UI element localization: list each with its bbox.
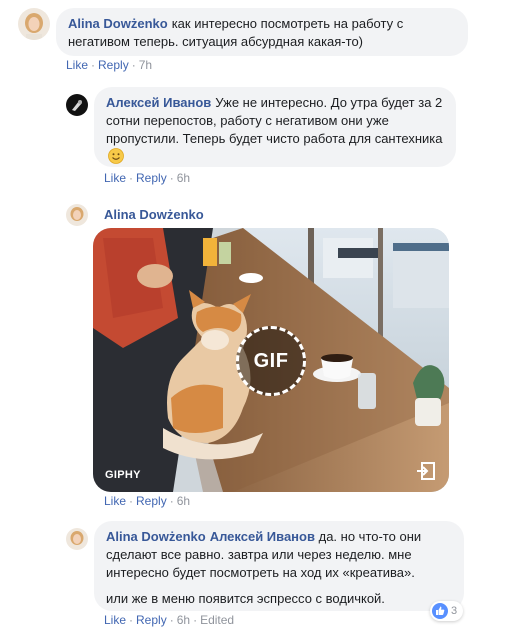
like-link[interactable]: Like [104, 613, 126, 627]
avatar[interactable] [66, 94, 88, 116]
avatar[interactable] [66, 204, 88, 226]
avatar[interactable] [18, 8, 50, 40]
open-external-icon[interactable] [415, 460, 437, 482]
reply-link[interactable]: Reply [136, 613, 167, 627]
giphy-label: GIPHY [105, 469, 141, 481]
timestamp[interactable]: 7h [139, 58, 152, 72]
reply-link[interactable]: Reply [98, 58, 129, 72]
comment-author[interactable]: Alina Dowżenko [68, 16, 168, 31]
gif-attachment[interactable]: GIF GIPHY [93, 228, 449, 492]
comment-actions: Like · Reply · 6h [104, 494, 191, 508]
gif-badge-label: GIF [253, 349, 289, 372]
comment-author[interactable]: Алексей Иванов [106, 95, 211, 110]
like-link[interactable]: Like [66, 58, 88, 72]
like-icon [432, 603, 448, 619]
comment-bubble: Алексей Иванов Уже не интересно. До утра … [94, 87, 456, 167]
reply-link[interactable]: Reply [136, 494, 167, 508]
like-link[interactable]: Like [104, 494, 126, 508]
comment-actions: Like · Reply · 6h [104, 171, 191, 185]
comment-author[interactable]: Alina Dowżenko [106, 529, 206, 544]
reaction-summary[interactable]: 3 [430, 601, 464, 621]
comment-bubble: Alina Dowżenko Алексей Иванов да. но что-… [94, 521, 464, 611]
comment-text-paragraph: или же в меню появится эспрессо с водичк… [106, 591, 385, 606]
timestamp[interactable]: 6h [177, 171, 190, 185]
comment-author[interactable]: Alina Dowżenko [104, 207, 204, 223]
reaction-count: 3 [451, 605, 458, 617]
timestamp[interactable]: 6h [177, 494, 190, 508]
timestamp[interactable]: 6h [177, 613, 190, 627]
mention-link[interactable]: Алексей Иванов [210, 529, 315, 544]
comment-actions: Like · Reply · 7h [66, 58, 153, 72]
comment-bubble: Alina Dowżenko как интересно посмотреть н… [56, 8, 468, 56]
edited-label[interactable]: Edited [200, 613, 234, 627]
comment-actions: Like · Reply · 6h · Edited [104, 613, 235, 627]
reply-link[interactable]: Reply [136, 171, 167, 185]
like-link[interactable]: Like [104, 171, 126, 185]
gif-play-badge[interactable]: GIF [236, 326, 306, 396]
smiley-icon [108, 148, 124, 164]
avatar[interactable] [66, 528, 88, 550]
